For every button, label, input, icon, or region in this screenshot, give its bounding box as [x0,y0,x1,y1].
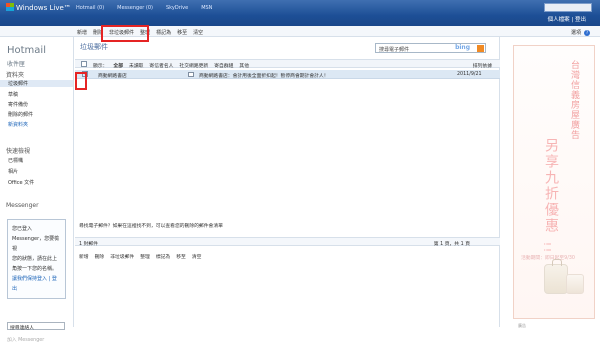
bottom-mark-as-menu[interactable]: 標記為 [156,253,170,260]
user-profile-box[interactable] [544,3,592,12]
luggage-image [544,259,568,294]
folder-sent[interactable]: 寄件備份 [8,101,28,108]
quick-flagged[interactable]: 已標幟 [8,157,23,164]
bottom-new-button[interactable]: 新增 [79,253,89,260]
bottom-delete-button[interactable]: 刪除 [95,253,105,260]
windows-live-header: Windows Live™ Hotmail (0) Messenger (0) … [0,0,600,26]
bing-logo: bing [455,44,470,51]
quick-view-title[interactable]: 快速檢視 [6,146,30,155]
sort-menu[interactable]: 排列依據 [473,62,492,69]
message-pane: 垃圾郵件 搜尋電子郵件 bing 顯示： 全部 未讀取 寄信者名人 社交網路更新 … [75,37,500,327]
new-folder-link[interactable]: 新資料夾 [8,121,28,128]
ad-banner[interactable]: 台灣信義房屋廣告 另享九折優惠 !! 活動期間：即日起至9/30 [513,45,595,319]
ad-small-text: 活動期間：即日起至9/30 [521,256,575,261]
folder-drafts[interactable]: 草稿 [8,91,18,98]
highlight-email-checkbox [75,72,87,90]
bottom-organize-menu[interactable]: 整理 [140,253,150,260]
move-to-menu[interactable]: 移至 [177,29,187,36]
main-toolbar: 新增 刪除 非垃圾郵件 整理 標記為 移至 清空 選項? [0,26,600,37]
new-button[interactable]: 新增 [77,29,87,36]
message-count: 1 封郵件 [79,242,98,247]
ad-exclamation: !! [541,242,552,255]
quick-office[interactable]: Office 文件 [8,179,34,186]
empty-button[interactable]: 清空 [193,29,203,36]
folder-junk[interactable]: 垃圾郵件 [0,80,73,87]
filter-other[interactable]: 其他 [239,62,249,69]
messenger-line-3: 您的狀態，請在此上 [12,256,58,262]
windows-live-logo[interactable]: Windows Live™ [6,3,71,12]
windows-flag-icon [6,3,14,11]
filter-show-label: 顯示： [93,64,108,69]
highlight-not-junk [101,25,149,42]
inbox-link[interactable]: 收件匣 [7,59,25,68]
email-subject[interactable]: 商動網路書店：會計用後全面折扣起！暫停商會期計會計人！ [199,72,329,79]
quick-photos[interactable]: 相片 [8,168,18,175]
messenger-login-links[interactable]: 讓我們保持登入 | 登出 [12,274,61,294]
small-luggage-image [566,274,584,294]
sidebar-footer[interactable]: 加入 Messenger [7,336,44,343]
ad-footer: 廣告 [518,323,526,328]
envelope-icon [188,72,194,77]
messenger-box: 您已登入 Messenger，您要檢視 您的狀態，請在此上 角按一下您的名稱。 … [7,219,66,299]
filter-groups[interactable]: 寄自群組 [214,62,233,69]
bottom-empty-button[interactable]: 清空 [192,253,202,260]
search-icon[interactable] [477,45,484,52]
folder-deleted[interactable]: 刪除的郵件 [8,111,33,118]
messenger-title[interactable]: Messenger [6,202,39,209]
email-search-input[interactable]: 搜尋電子郵件 bing [375,43,486,53]
top-navigation: Hotmail (0) Messenger (0) SkyDrive MSN [76,5,212,11]
help-icon[interactable]: ? [584,30,590,36]
select-all-checkbox[interactable] [81,61,87,67]
ad-discount: 另享九折優惠 [543,138,559,234]
options-menu[interactable]: 選項 [571,30,581,36]
email-date: 2011/9/21 [457,72,482,77]
hotmail-title: Hotmail [7,45,46,56]
filter-bar: 顯示： 全部 未讀取 寄信者名人 社交網路更新 寄自群組 其他 排列依據 [75,59,500,69]
advertisement-panel: 台灣信義房屋廣告 另享九折優惠 !! 活動期間：即日起至9/30 廣告 [513,37,597,328]
filter-all[interactable]: 全部 [113,62,123,69]
ad-heading: 台灣信義房屋廣告 [569,60,579,140]
pager[interactable]: 第 1 頁，共 1 頁 [434,240,470,247]
msn-link[interactable]: MSN [201,5,212,11]
mark-as-menu[interactable]: 標記為 [156,29,171,36]
deleted-mail-notice[interactable]: 尋找電子郵件？如果在這裡找不到，可以查看您的刪除的郵件會清單 [79,222,223,229]
filter-unread[interactable]: 未讀取 [129,62,143,69]
messenger-line-1: 您已登入 [12,226,33,232]
filter-social[interactable]: 社交網路更新 [179,62,208,69]
page-title: 垃圾郵件 [80,43,108,51]
bottom-not-junk-button[interactable]: 非垃圾郵件 [110,253,134,260]
filter-contacts[interactable]: 寄信者名人 [149,62,173,69]
user-links[interactable]: 個人檔案 | 登出 [548,15,586,23]
brand-text: Windows Live™ [16,4,71,12]
email-search-placeholder: 搜尋電子郵件 [379,47,410,53]
email-row[interactable]: 商動網路書店 商動網路書店：會計用後全面折扣起！暫停商會期計會計人！ 2011/… [75,70,500,79]
messenger-line-2: Messenger，您要檢視 [12,236,60,252]
sidebar: Hotmail 收件匣 資料夾 垃圾郵件 草稿 寄件備份 刪除的郵件 新資料夾 … [0,37,74,343]
messenger-line-4: 角按一下您的名稱。 [12,266,58,272]
bottom-toolbar: 新增 刪除 非垃圾郵件 整理 標記為 移至 清空 [79,253,201,260]
contact-search-input[interactable]: 搜尋連絡人 [7,322,65,331]
email-sender[interactable]: 商動網路書店 [98,72,127,79]
bottom-move-to-menu[interactable]: 移至 [176,253,186,260]
folders-title[interactable]: 資料夾 [6,70,24,79]
message-footer-bar: 1 封郵件 第 1 頁，共 1 頁 [75,237,500,247]
skydrive-link[interactable]: SkyDrive [166,5,188,11]
hotmail-link[interactable]: Hotmail (0) [76,5,104,11]
messenger-link[interactable]: Messenger (0) [117,5,153,11]
